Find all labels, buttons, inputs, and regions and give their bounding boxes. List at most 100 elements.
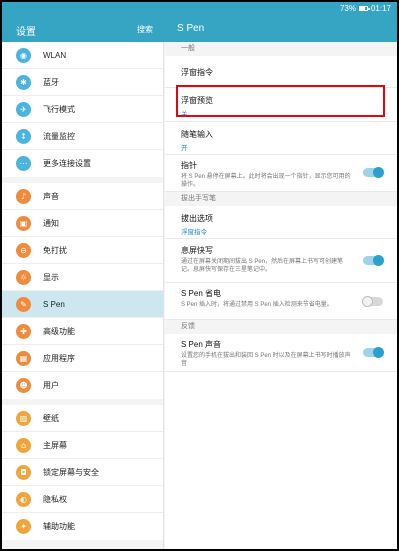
sidebar-item-more-connections[interactable]: ⋯ 更多连接设置: [2, 150, 163, 177]
sidebar-item-label: 隐私权: [43, 494, 67, 504]
status-right: 73% 01:17: [340, 4, 391, 13]
screen-off-memo-row[interactable]: 息屏快写 通过在屏幕关闭期间拔出 S Pen，然后在屏幕上书写可创建笔记。息屏快…: [165, 239, 397, 283]
screen-off-memo-title: 息屏快写: [181, 246, 213, 255]
screen-off-memo-toggle[interactable]: [363, 255, 384, 266]
wifi-icon: ◉: [16, 47, 31, 63]
status-bar: 73% 01:17: [2, 2, 397, 16]
detach-options-value: 浮窗指令: [181, 229, 207, 236]
battery-percent: 73%: [339, 4, 356, 13]
sidebar-item-privacy[interactable]: ◐ 隐私权: [2, 486, 163, 513]
home-screen-icon: ⌂: [16, 437, 31, 453]
section-header-feedback: 反馈: [165, 320, 397, 334]
sidebar-item-wallpaper[interactable]: ▨ 壁纸: [2, 405, 163, 432]
toggle-knob: [373, 167, 384, 178]
pointer-desc: 将 S Pen 悬停在屏幕上。此时将会出现一个指针，显示您可用的操作。: [181, 174, 351, 188]
data-usage-icon: ↕: [16, 128, 31, 144]
sidebar-item-label: 高级功能: [43, 326, 75, 336]
s-pen-icon: ✎: [16, 296, 31, 312]
sidebar-item-label: 流量监控: [43, 131, 75, 141]
airplane-icon: ✈: [16, 101, 31, 117]
page-title: S Pen: [177, 23, 205, 34]
clock: 01:17: [370, 4, 391, 13]
sidebar-item-airplane[interactable]: ✈ 飞行模式: [2, 96, 163, 123]
spen-sound-desc: 设置您的手机在拔出和装回 S Pen 时以及在屏幕上书写时播放声音: [181, 353, 351, 367]
power-saving-toggle[interactable]: [362, 296, 383, 307]
sidebar-item-wifi[interactable]: ◉ WLAN: [2, 42, 163, 69]
float-command-title: 浮窗指令: [181, 68, 213, 77]
power-saving-row[interactable]: S Pen 省电 S Pen 插入时，将通过禁用 S Pen 插入检测来节省电量…: [165, 283, 397, 320]
toggle-knob: [373, 347, 384, 358]
sidebar-item-label: 飞行模式: [43, 104, 75, 114]
float-command-row[interactable]: 浮窗指令: [165, 56, 397, 88]
spen-sound-toggle[interactable]: [363, 347, 384, 358]
sidebar-item-label: 免打扰: [43, 245, 67, 255]
sidebar-group: ♪ 声音 ▣ 通知 ⊖ 免打扰 ☼ 显示 ✎ S Pen ✚ 高级功能 ▦ 应用程序 ☻ 用户: [2, 183, 163, 399]
advanced-features-icon: ✚: [16, 323, 31, 339]
sidebar-item-label: 蓝牙: [43, 77, 59, 87]
sidebar-item-do-not-disturb[interactable]: ⊖ 免打扰: [2, 237, 163, 264]
pointer-title: 指针: [181, 161, 197, 170]
display-icon: ☼: [16, 269, 31, 285]
wallpaper-icon: ▨: [16, 410, 31, 426]
pointer-row[interactable]: 指针 将 S Pen 悬停在屏幕上。此时将会出现一个指针，显示您可用的操作。: [165, 155, 397, 192]
sidebar-item-label: 锁定屏幕与安全: [43, 467, 99, 477]
sidebar-item-home-screen[interactable]: ⌂ 主屏幕: [2, 432, 163, 459]
detach-options-row[interactable]: 拔出选项 浮窗指令: [165, 206, 397, 239]
do-not-disturb-icon: ⊖: [16, 242, 31, 258]
privacy-icon: ◐: [16, 491, 31, 507]
pointer-toggle[interactable]: [363, 167, 384, 178]
screen: 73% 01:17 设置 搜索 S Pen ◉ WLAN ✱ 蓝牙 ✈ 飞行模式 ↕ 流量监控…: [2, 2, 397, 549]
sidebar-item-advanced-features[interactable]: ✚ 高级功能: [2, 318, 163, 345]
sidebar-item-notification[interactable]: ▣ 通知: [2, 210, 163, 237]
search-button[interactable]: 搜索: [137, 24, 153, 35]
sidebar-item-accessibility[interactable]: ✦ 辅助功能: [2, 513, 163, 540]
sidebar-item-label: 更多连接设置: [43, 159, 91, 168]
sidebar: ◉ WLAN ✱ 蓝牙 ✈ 飞行模式 ↕ 流量监控 ⋯ 更多连接设置 ♪ 声音 ▣ 通知 ⊖ 免打扰 ☼ 显示 ✎ S…: [2, 42, 164, 549]
sidebar-item-label: 壁纸: [43, 413, 59, 423]
sidebar-item-label: 主屏幕: [43, 440, 67, 450]
more-connections-icon: ⋯: [16, 156, 31, 171]
battery-icon: [358, 6, 370, 11]
sidebar-item-applications[interactable]: ▦ 应用程序: [2, 345, 163, 372]
sidebar-item-s-pen[interactable]: ✎ S Pen: [2, 291, 163, 318]
highlight-box: [176, 85, 385, 117]
section-header-detach: 拔出手写笔: [165, 192, 397, 206]
sidebar-item-label: 辅助功能: [43, 522, 75, 531]
spen-settings-pane: 一般 浮窗指令 浮窗预览 关 随笔输入 开 指针 将 S Pen 悬停在屏幕上。…: [165, 42, 397, 549]
sidebar-item-users[interactable]: ☻ 用户: [2, 372, 163, 399]
spen-sound-row[interactable]: S Pen 声音 设置您的手机在拔出和装回 S Pen 时以及在屏幕上书写时播放…: [165, 334, 397, 372]
lock-screen-icon: ◘: [16, 464, 31, 480]
toggle-knob: [362, 296, 373, 307]
settings-title: 设置: [16, 27, 36, 38]
applications-icon: ▦: [16, 350, 31, 366]
toggle-knob: [373, 255, 384, 266]
pen-input-value: 开: [181, 145, 188, 152]
detach-options-title: 拔出选项: [181, 214, 213, 223]
sidebar-item-display[interactable]: ☼ 显示: [2, 264, 163, 291]
sidebar-item-data-usage[interactable]: ↕ 流量监控: [2, 123, 163, 150]
sidebar-item-bluetooth[interactable]: ✱ 蓝牙: [2, 69, 163, 96]
accessibility-icon: ✦: [16, 519, 31, 534]
sidebar-item-label: 显示: [43, 272, 59, 282]
app-header: 设置 搜索 S Pen: [2, 16, 397, 42]
spen-sound-title: S Pen 声音: [181, 340, 222, 349]
battery-fill: [359, 7, 366, 10]
sidebar-item-label: 用户: [43, 381, 59, 390]
sidebar-item-label: WLAN: [43, 50, 67, 60]
users-icon: ☻: [16, 378, 31, 393]
sidebar-item-label: S Pen: [43, 299, 65, 309]
section-header-general: 一般: [165, 42, 397, 56]
sidebar-group: ▨ 壁纸 ⌂ 主屏幕 ◘ 锁定屏幕与安全 ◐ 隐私权 ✦ 辅助功能: [2, 405, 163, 540]
pen-input-title: 随笔输入: [181, 130, 213, 139]
sidebar-item-lock-screen[interactable]: ◘ 锁定屏幕与安全: [2, 459, 163, 486]
sound-icon: ♪: [16, 188, 31, 204]
bluetooth-icon: ✱: [16, 74, 31, 90]
sidebar-item-label: 声音: [43, 191, 59, 201]
sidebar-item-label: 应用程序: [43, 353, 75, 363]
power-saving-desc: S Pen 插入时，将通过禁用 S Pen 插入检测来节省电量。: [181, 302, 333, 308]
sidebar-item-sound[interactable]: ♪ 声音: [2, 183, 163, 210]
screen-off-memo-desc: 通过在屏幕关闭期间拔出 S Pen，然后在屏幕上书写可创建笔记。息屏快写保存在三…: [181, 259, 344, 273]
sidebar-item-label: 通知: [43, 218, 59, 228]
pen-input-row[interactable]: 随笔输入 开: [165, 122, 397, 155]
sidebar-group: ◉ WLAN ✱ 蓝牙 ✈ 飞行模式 ↕ 流量监控 ⋯ 更多连接设置: [2, 42, 163, 177]
